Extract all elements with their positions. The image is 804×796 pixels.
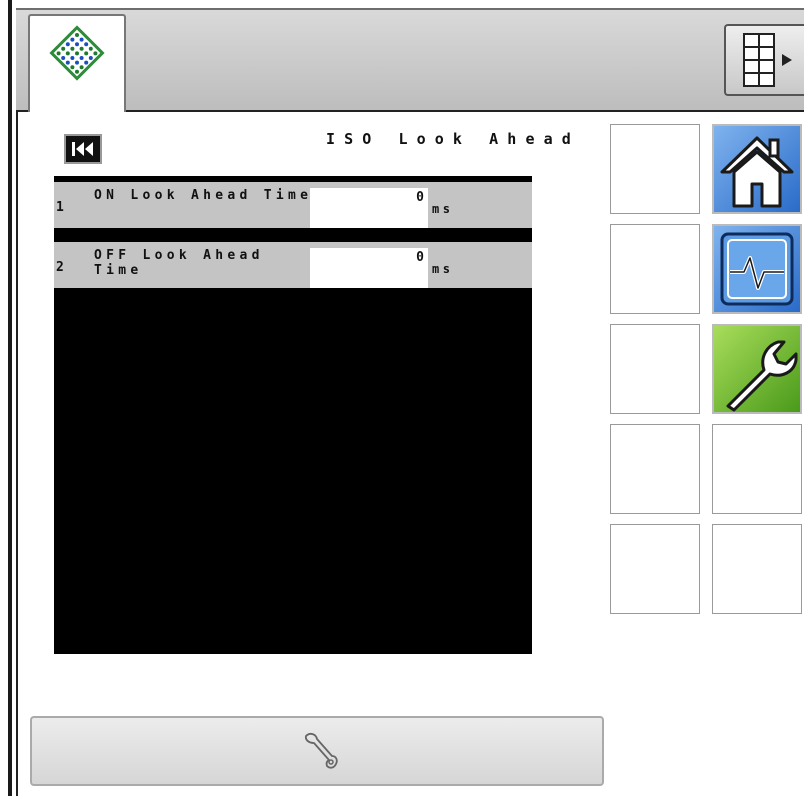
soft-key-empty-5[interactable] — [610, 524, 700, 614]
iso-logo-icon — [49, 25, 105, 81]
row-label: OFF Look Ahead Time — [94, 248, 276, 278]
soft-key-empty-3[interactable] — [610, 324, 700, 414]
off-look-ahead-input[interactable]: 0 — [310, 248, 428, 288]
menu-button[interactable] — [724, 24, 804, 96]
row-index: 2 — [56, 260, 64, 275]
row-value: 0 — [416, 190, 424, 205]
bottom-tool-bar[interactable] — [30, 716, 604, 786]
home-icon — [720, 136, 794, 208]
parameter-row-off-look-ahead[interactable]: 2 OFF Look Ahead Time 0 ms — [54, 242, 532, 288]
row-value: 0 — [416, 250, 424, 265]
soft-key-empty-6[interactable] — [712, 424, 802, 514]
row-unit: ms — [432, 202, 454, 216]
row-label: ON Look Ahead Time — [94, 188, 313, 203]
diagnostics-button[interactable] — [712, 224, 802, 314]
top-bar — [16, 8, 804, 112]
skip-back-icon — [72, 142, 93, 156]
row-index: 1 — [56, 200, 64, 215]
row-unit: ms — [432, 262, 454, 276]
panel-frame-line — [16, 112, 18, 796]
grid-menu-icon — [743, 33, 792, 87]
app-tab[interactable] — [28, 14, 126, 112]
page-title: ISO Look Ahead — [326, 130, 580, 148]
home-button[interactable] — [712, 124, 802, 214]
soft-key-empty-1[interactable] — [610, 124, 700, 214]
on-look-ahead-input[interactable]: 0 — [310, 188, 428, 228]
soft-key-empty-4[interactable] — [610, 424, 700, 514]
wrench-icon — [726, 340, 798, 412]
back-button[interactable] — [64, 134, 102, 164]
wrench-outline-icon — [304, 732, 338, 769]
parameter-row-on-look-ahead[interactable]: 1 ON Look Ahead Time 0 ms — [54, 182, 532, 228]
parameter-list: 1 ON Look Ahead Time 0 ms 2 OFF Look Ahe… — [54, 176, 532, 654]
soft-key-empty-7[interactable] — [712, 524, 802, 614]
diagnostics-icon — [720, 232, 794, 306]
tools-button[interactable] — [712, 324, 802, 414]
soft-key-empty-2[interactable] — [610, 224, 700, 314]
left-frame-rail — [8, 0, 12, 796]
